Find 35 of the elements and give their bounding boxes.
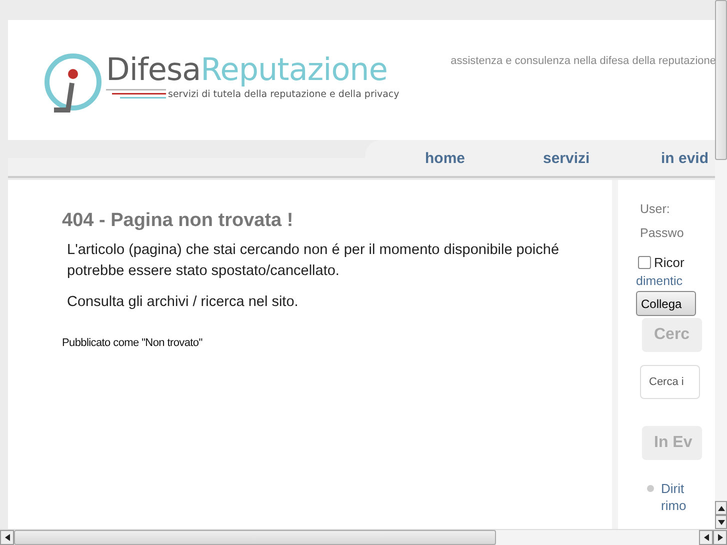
scroll-down-button[interactable]: [715, 515, 727, 529]
scroll-right-button[interactable]: [713, 530, 727, 545]
right-triangle-icon: [718, 534, 722, 541]
search-field[interactable]: Cerca i: [640, 365, 700, 399]
horizontal-scrollbar[interactable]: [0, 529, 727, 545]
scroll-left-button[interactable]: [0, 530, 14, 545]
bullet-icon: [646, 484, 655, 493]
down-triangle-icon: [718, 520, 724, 524]
nav-link[interactable]: servizi: [543, 150, 589, 166]
vertical-scrollbar[interactable]: [715, 0, 727, 529]
user-label: User:: [640, 202, 671, 218]
login-button[interactable]: Collega: [636, 291, 696, 316]
remember-label: Ricor: [654, 254, 684, 270]
scroll-thumb[interactable]: [715, 0, 727, 160]
paragraph: L'articolo (pagina) che stai cercando non é per il momento disponibile poiché potrebbe essere stato spostato/cancellato.: [67, 241, 560, 281]
password-label: Passwo: [640, 226, 685, 242]
page-title: 404 - Pagina non trovata !: [62, 210, 294, 232]
logo-subtitle: servizi di tutela della reputazione e della privacy: [168, 88, 400, 100]
scroll-thumb[interactable]: [14, 530, 496, 545]
paragraph: Consulta gli archivi / ricerca nel sito.: [67, 293, 300, 312]
scroll-left-button[interactable]: [699, 530, 713, 545]
logo-text: DifesaReputazione: [106, 52, 388, 88]
nav-link[interactable]: home: [425, 150, 471, 166]
remember-checkbox[interactable]: [638, 256, 651, 268]
left-triangle-icon: [4, 534, 10, 541]
left-triangle-icon: [704, 534, 708, 541]
forgot-link[interactable]: dimentic: [636, 274, 715, 288]
post-meta: Pubblicato come "Non trovato": [62, 337, 204, 349]
up-triangle-icon: [718, 506, 724, 510]
search-heading: Cerc: [642, 318, 702, 352]
stripes-icon: [106, 88, 166, 100]
featured-link[interactable]: Dirit rimo: [661, 480, 686, 514]
scroll-up-button[interactable]: [715, 501, 727, 515]
featured-heading: In Ev: [642, 426, 702, 460]
nav-link[interactable]: in evid: [661, 150, 707, 166]
